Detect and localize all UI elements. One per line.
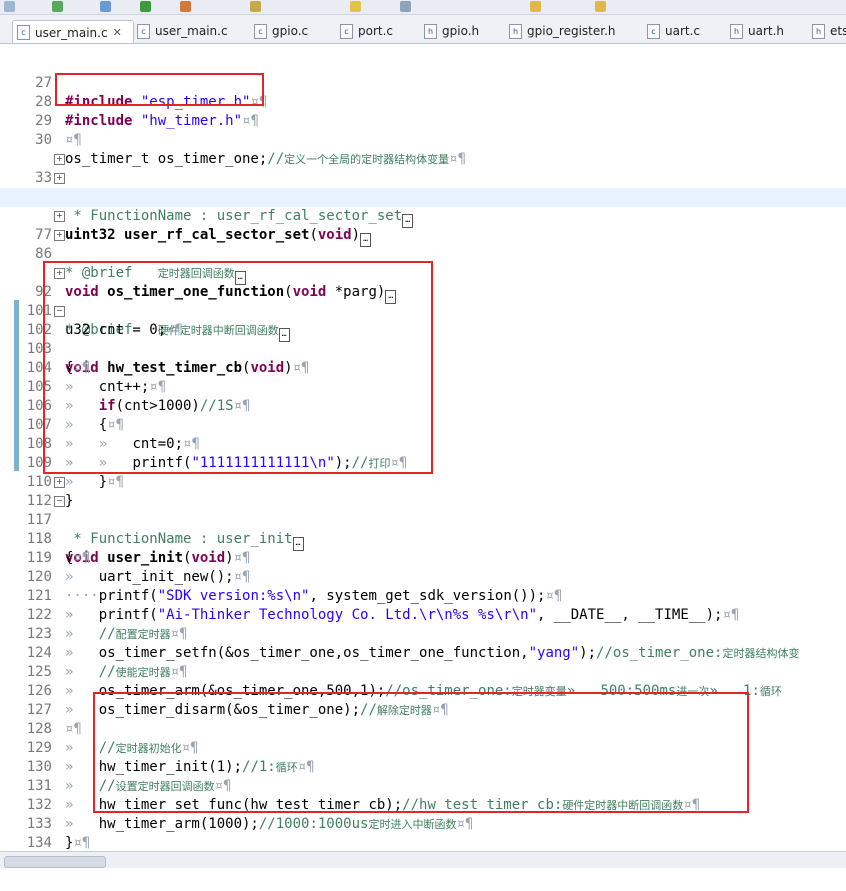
code-line: 44 + uint32 user_rf_cal_sector_set(void)…	[0, 169, 846, 247]
code-line: 120 ····printf("SDK version:%s\n", syste…	[26, 569, 563, 604]
code-line: 125 » os_timer_arm(&os_timer_one,500,1);…	[26, 664, 782, 699]
refresh-icon[interactable]	[52, 1, 63, 12]
highlight-icon[interactable]	[350, 1, 361, 12]
annotation-box-callback	[43, 261, 433, 474]
code-line: 134 ¤¶	[26, 835, 82, 870]
build-icon[interactable]	[100, 1, 111, 12]
expand-fold-icon[interactable]: +	[54, 154, 65, 165]
code-line: 123 » os_timer_setfn(&os_timer_one,os_ti…	[26, 626, 800, 661]
expand-fold-icon[interactable]: +	[54, 230, 65, 241]
expand-fold-icon[interactable]: +	[54, 477, 65, 488]
horizontal-scrollbar[interactable]	[0, 851, 846, 868]
current-line	[0, 188, 846, 207]
pin-icon[interactable]	[400, 1, 411, 12]
debug-icon[interactable]	[180, 1, 191, 12]
code-line: 77 + * @brief 定时器回调函数…	[0, 207, 846, 285]
collapse-fold-icon[interactable]: −	[54, 496, 65, 507]
back-icon[interactable]	[530, 1, 541, 12]
main-toolbar	[0, 0, 846, 15]
code-line: 122 » //配置定时器¤¶	[26, 607, 188, 642]
code-line: 30 os_timer_t os_timer_one;//定义一个全局的定时器结…	[35, 132, 467, 167]
search-icon[interactable]	[250, 1, 261, 12]
expand-fold-icon[interactable]: +	[54, 211, 65, 222]
annotation-box-hw-timer-setup	[93, 692, 749, 813]
code-line: 121 » printf("Ai-Thinker Technology Co. …	[26, 588, 740, 623]
annotation-box-include	[55, 73, 264, 106]
code-line: 33 + * FunctionName : user_rf_cal_sector…	[0, 150, 846, 228]
expand-fold-icon[interactable]: +	[54, 173, 65, 184]
code-line: 126 » os_timer_disarm(&os_timer_one);//解…	[26, 683, 449, 718]
code-line: 86 + void os_timer_one_function(void *pa…	[0, 226, 846, 304]
code-line: 124 » //使能定时器¤¶	[26, 645, 188, 680]
code-line: 112 + * FunctionName : user_init…	[0, 473, 846, 551]
code-line: 117 − void user_init(void)¤¶	[26, 496, 251, 566]
forward-icon[interactable]	[595, 1, 606, 12]
new-file-icon[interactable]	[4, 1, 15, 12]
code-line: 27 #include "esp_timer.h"¤¶	[35, 75, 268, 110]
code-line: 118 {¤¶	[26, 531, 91, 566]
code-line: #include "gpio.h"	[0, 35, 846, 46]
scrollbar-thumb[interactable]	[4, 856, 106, 868]
run-icon[interactable]	[140, 1, 151, 12]
code-line: 119 » uart_init_new();¤¶	[26, 550, 251, 585]
